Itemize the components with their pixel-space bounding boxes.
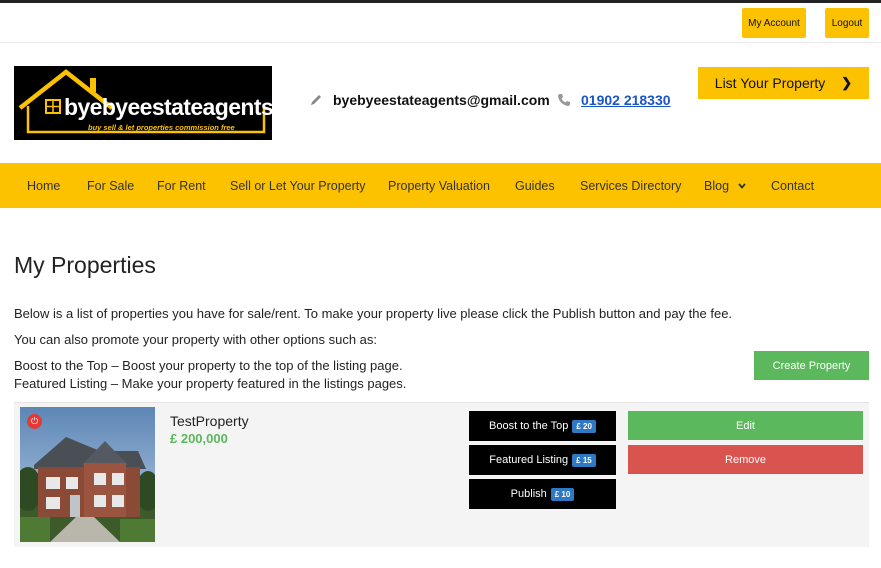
list-your-property-button[interactable]: List Your Property ❯ <box>698 67 869 99</box>
status-icon: ⏻ <box>27 414 42 429</box>
publish-button[interactable]: Publish £ 10 <box>469 479 616 509</box>
featured-listing-button[interactable]: Featured Listing £ 15 <box>469 445 616 475</box>
nav-blog[interactable]: Blog <box>704 163 746 208</box>
email-contact: byebyeestateagents@gmail.com <box>309 90 550 110</box>
property-card: ⏻ TestProperty £ 200,000 Boost to the To… <box>14 402 869 547</box>
create-property-button[interactable]: Create Property <box>754 351 869 380</box>
account-bar: My Account Logout <box>0 3 881 43</box>
nav-home[interactable]: Home <box>27 163 60 208</box>
pencil-icon <box>311 95 321 105</box>
chevron-right-icon: ❯ <box>841 75 853 90</box>
nav-property-valuation[interactable]: Property Valuation <box>388 163 490 208</box>
main-nav: Home For Sale For Rent Sell or Let Your … <box>0 163 881 208</box>
featured-price-badge: £ 15 <box>572 453 596 467</box>
publish-label: Publish <box>510 488 547 500</box>
phone-link[interactable]: 01902 218330 <box>581 92 671 108</box>
boost-price-badge: £ 20 <box>572 419 596 433</box>
nav-contact[interactable]: Contact <box>771 163 814 208</box>
phone-contact: 01902 218330 <box>557 90 671 110</box>
site-logo[interactable]: byebyeestateagents buy sell & let proper… <box>14 66 272 140</box>
nav-for-rent[interactable]: For Rent <box>157 163 206 208</box>
remove-button[interactable]: Remove <box>628 445 863 474</box>
property-name-link[interactable]: TestProperty <box>170 413 249 429</box>
featured-description: Featured Listing – Make your property fe… <box>14 376 407 391</box>
logo-tagline: buy sell & let properties commission fre… <box>88 123 235 132</box>
my-account-button[interactable]: My Account <box>742 8 806 38</box>
nav-sell-or-let[interactable]: Sell or Let Your Property <box>230 163 366 208</box>
property-price: £ 200,000 <box>170 431 228 446</box>
featured-label: Featured Listing <box>489 454 569 466</box>
house-photo-icon <box>20 407 155 542</box>
nav-services-directory[interactable]: Services Directory <box>580 163 681 208</box>
boost-to-top-button[interactable]: Boost to the Top £ 20 <box>469 411 616 441</box>
boost-description: Boost to the Top – Boost your property t… <box>14 358 403 373</box>
chevron-down-icon <box>738 182 746 189</box>
logout-button[interactable]: Logout <box>825 8 869 38</box>
nav-blog-label: Blog <box>704 178 730 193</box>
promote-text: You can also promote your property with … <box>14 332 378 347</box>
edit-button[interactable]: Edit <box>628 411 863 440</box>
phone-icon <box>558 94 570 106</box>
list-button-label: List Your Property <box>714 75 826 91</box>
nav-for-sale[interactable]: For Sale <box>87 163 134 208</box>
boost-label: Boost to the Top <box>489 420 569 432</box>
intro-text: Below is a list of properties you have f… <box>14 306 733 321</box>
email-text: byebyeestateagents@gmail.com <box>333 92 550 108</box>
property-thumbnail[interactable]: ⏻ <box>20 407 155 542</box>
page-title: My Properties <box>14 252 156 278</box>
publish-price-badge: £ 10 <box>550 487 575 501</box>
logo-name: byebyeestateagents <box>64 94 272 120</box>
nav-guides[interactable]: Guides <box>515 163 555 208</box>
